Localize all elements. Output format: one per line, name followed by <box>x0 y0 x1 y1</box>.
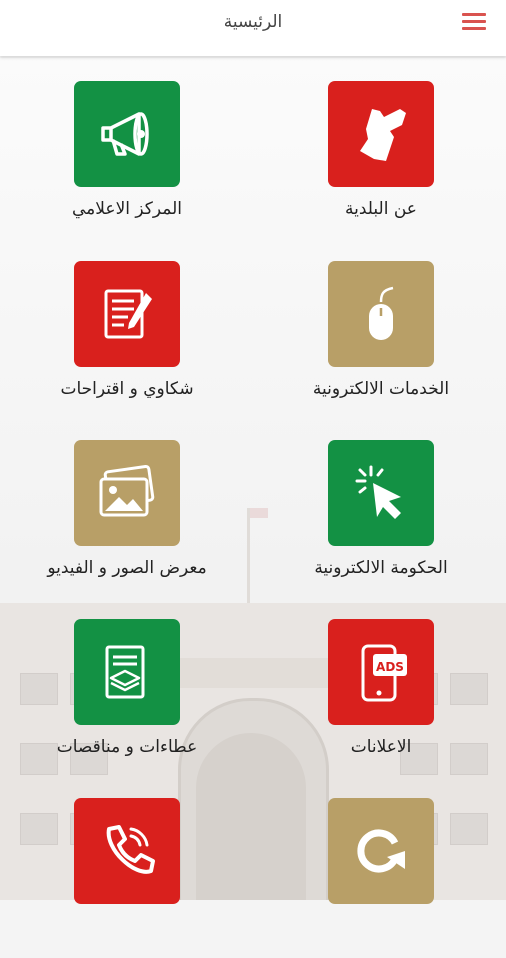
tile-photo-video-gallery[interactable]: معرض الصور و الفيديو <box>17 440 237 600</box>
tile-box <box>74 619 180 725</box>
tile-box <box>74 440 180 546</box>
tile-contact-call[interactable] <box>17 798 237 958</box>
tile-about-municipality[interactable]: عن البلدية <box>271 81 491 241</box>
tile-box <box>74 798 180 904</box>
tile-label: الاعلانات <box>350 737 412 757</box>
tile-redo[interactable] <box>271 798 491 958</box>
tile-e-services[interactable]: الخدمات الالكترونية <box>271 261 491 421</box>
tile-box <box>328 261 434 367</box>
tile-label: عطاءات و مناقصات <box>56 737 198 757</box>
tile-advertisements[interactable]: ADS الاعلانات <box>271 619 491 779</box>
mouse-icon <box>369 286 394 340</box>
ads-badge-text: ADS <box>376 660 404 674</box>
tile-box <box>74 261 180 367</box>
redo-arrow-icon <box>357 829 405 873</box>
tile-label: الحكومة الالكترونية <box>314 558 448 578</box>
tile-label: المركز الاعلامي <box>72 199 182 219</box>
tile-box <box>328 440 434 546</box>
megaphone-icon <box>101 112 149 156</box>
tile-complaints-suggestions[interactable]: شكاوي و اقتراحات <box>17 261 237 421</box>
phone-call-icon <box>106 825 155 874</box>
cursor-click-icon <box>355 465 401 519</box>
tile-box: ADS <box>328 619 434 725</box>
tile-label: شكاوي و اقتراحات <box>60 379 194 399</box>
phone-ads-icon: ADS <box>361 644 407 702</box>
tile-label: عن البلدية <box>345 199 417 219</box>
tile-box <box>74 81 180 187</box>
tile-box <box>328 798 434 904</box>
tile-label: معرض الصور و الفيديو <box>47 558 207 578</box>
document-pen-icon <box>104 289 152 339</box>
page-title: الرئيسية <box>223 12 283 32</box>
photo-gallery-icon <box>99 464 155 517</box>
tile-box <box>328 81 434 187</box>
app-header: الرئيسية <box>0 0 506 56</box>
jordan-map-icon <box>360 109 406 161</box>
hamburger-menu-icon[interactable] <box>462 13 486 31</box>
tile-media-center[interactable]: المركز الاعلامي <box>17 81 237 241</box>
tile-e-government[interactable]: الحكومة الالكترونية <box>271 440 491 600</box>
tile-tenders-bids[interactable]: عطاءات و مناقصات <box>17 619 237 779</box>
tile-label: الخدمات الالكترونية <box>312 379 450 399</box>
layers-document-icon <box>105 645 145 699</box>
